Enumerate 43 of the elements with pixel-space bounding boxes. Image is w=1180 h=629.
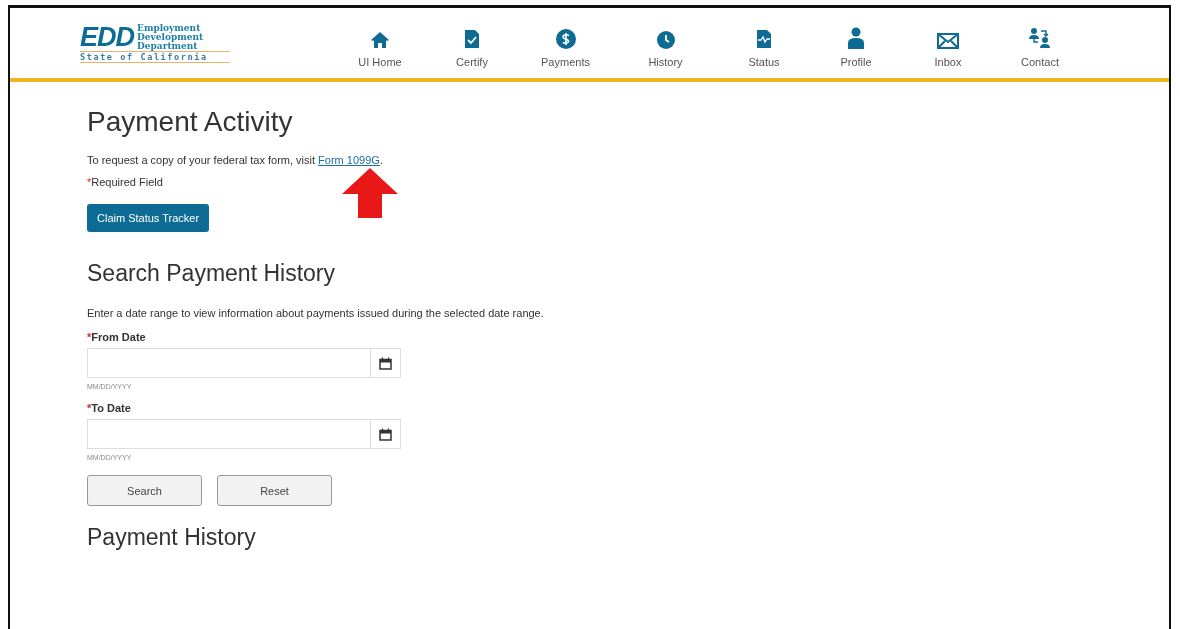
form-button[interactable]: Reset bbox=[217, 475, 332, 506]
arrow-icon bbox=[340, 168, 400, 218]
nav-link[interactable]: Inbox bbox=[902, 18, 994, 68]
tax-form-text: To request a copy of your federal tax form, visit Form 1099G. bbox=[87, 154, 384, 166]
required-mark: * bbox=[87, 331, 92, 343]
instruction-text: Enter a date range to view information about payments issued during the selected date range. bbox=[87, 307, 545, 319]
required-note: Required Field bbox=[91, 176, 163, 188]
nav-link[interactable]: History bbox=[613, 18, 718, 68]
nav-link[interactable]: Certify bbox=[426, 18, 518, 68]
person-icon bbox=[848, 27, 864, 49]
document-check-icon bbox=[464, 29, 480, 49]
claim-status-button[interactable]: Claim Status Tracker bbox=[87, 204, 210, 232]
calendar-icon bbox=[379, 356, 392, 370]
required-mark: * bbox=[87, 402, 92, 414]
people-exchange-icon bbox=[1029, 27, 1051, 49]
envelope-icon bbox=[937, 33, 959, 49]
field-label: To Date bbox=[91, 402, 131, 414]
nav-link[interactable]: Payments bbox=[518, 18, 613, 68]
logo-text: Development bbox=[137, 32, 204, 42]
document-pulse-icon bbox=[756, 29, 772, 49]
clock-icon bbox=[656, 31, 675, 49]
date-field[interactable] bbox=[87, 348, 370, 378]
home-icon bbox=[370, 31, 390, 49]
logo-tagline: State of California bbox=[80, 51, 230, 63]
logo-mark: EDD bbox=[80, 23, 134, 51]
required-mark: * bbox=[87, 176, 92, 188]
nav-link[interactable]: Profile bbox=[810, 18, 902, 68]
calendar-icon bbox=[379, 427, 392, 441]
field-label: From Date bbox=[91, 331, 146, 343]
dollar-icon bbox=[555, 29, 576, 49]
section-title: Payment History bbox=[87, 524, 257, 551]
page-title: Payment Activity bbox=[87, 106, 294, 138]
nav-link[interactable]: UI Home bbox=[334, 18, 426, 68]
form-link[interactable]: Form 1099G bbox=[318, 154, 380, 166]
section-title: Search Payment History bbox=[87, 260, 336, 287]
calendar-button[interactable] bbox=[370, 419, 401, 449]
date-field[interactable] bbox=[87, 419, 370, 449]
logo-text: Employment bbox=[137, 23, 202, 33]
nav-link[interactable]: Contact bbox=[994, 18, 1086, 68]
nav-link[interactable]: Status bbox=[718, 18, 810, 68]
logo-text: Department bbox=[137, 41, 198, 51]
form-button[interactable]: Search bbox=[87, 475, 202, 506]
calendar-button[interactable] bbox=[370, 348, 401, 378]
